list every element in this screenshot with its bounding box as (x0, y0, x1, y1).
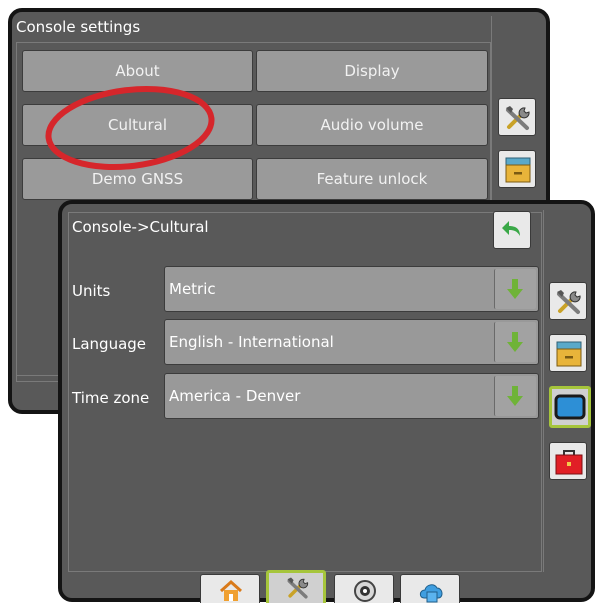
panel-title: Console->Cultural (72, 218, 209, 236)
toolbox-icon (555, 450, 583, 475)
tools-icon (557, 290, 581, 314)
display-screen-tab[interactable] (549, 386, 591, 428)
tools-nav-tab[interactable] (266, 570, 326, 603)
time-zone-dropdown[interactable]: America - Denver (164, 373, 539, 419)
tools-tab[interactable] (498, 98, 536, 136)
units-dropdown[interactable]: Metric (164, 266, 539, 312)
demo-gnss-button[interactable]: Demo GNSS (22, 158, 253, 200)
audio-volume-button[interactable]: Audio volume (256, 104, 488, 146)
time-zone-label: Time zone (72, 389, 150, 407)
home-tab[interactable] (200, 574, 260, 603)
bottom-nav-bar (68, 570, 542, 603)
units-value: Metric (169, 280, 216, 298)
tools-icon (506, 106, 530, 130)
back-arrow-icon (502, 221, 520, 236)
home-icon (219, 579, 243, 601)
tools-icon (287, 577, 309, 599)
toolbox-tab[interactable] (549, 442, 587, 480)
about-button[interactable]: About (22, 50, 253, 92)
language-value: English - International (169, 333, 334, 351)
time-zone-dropdown-button[interactable] (494, 376, 536, 416)
language-label: Language (72, 335, 147, 353)
data-drawer-tab[interactable] (549, 334, 587, 372)
back-button[interactable] (493, 211, 531, 249)
green-down-arrow-icon (507, 279, 523, 299)
green-down-arrow-icon (507, 386, 523, 406)
green-down-arrow-icon (507, 332, 523, 352)
data-sync-tab[interactable] (400, 574, 460, 603)
display-button[interactable]: Display (256, 50, 488, 92)
guidance-tab[interactable] (334, 574, 394, 603)
guidance-target-icon (354, 580, 376, 602)
feature-unlock-button[interactable]: Feature unlock (256, 158, 488, 200)
cultural-settings-panel: Console->Cultural Units Metric Language … (58, 200, 595, 603)
language-dropdown[interactable]: English - International (164, 319, 539, 365)
data-drawer-tab[interactable] (498, 150, 536, 188)
tools-tab[interactable] (549, 282, 587, 320)
panel-title: Console settings (16, 18, 141, 36)
cultural-button[interactable]: Cultural (22, 104, 253, 146)
display-screen-icon (554, 394, 586, 420)
cloud-sync-icon (419, 584, 443, 603)
units-label: Units (72, 282, 111, 300)
data-drawer-icon (556, 341, 582, 367)
units-dropdown-button[interactable] (494, 269, 536, 309)
data-drawer-icon (505, 157, 531, 183)
time-zone-value: America - Denver (169, 387, 301, 405)
language-dropdown-button[interactable] (494, 322, 536, 362)
